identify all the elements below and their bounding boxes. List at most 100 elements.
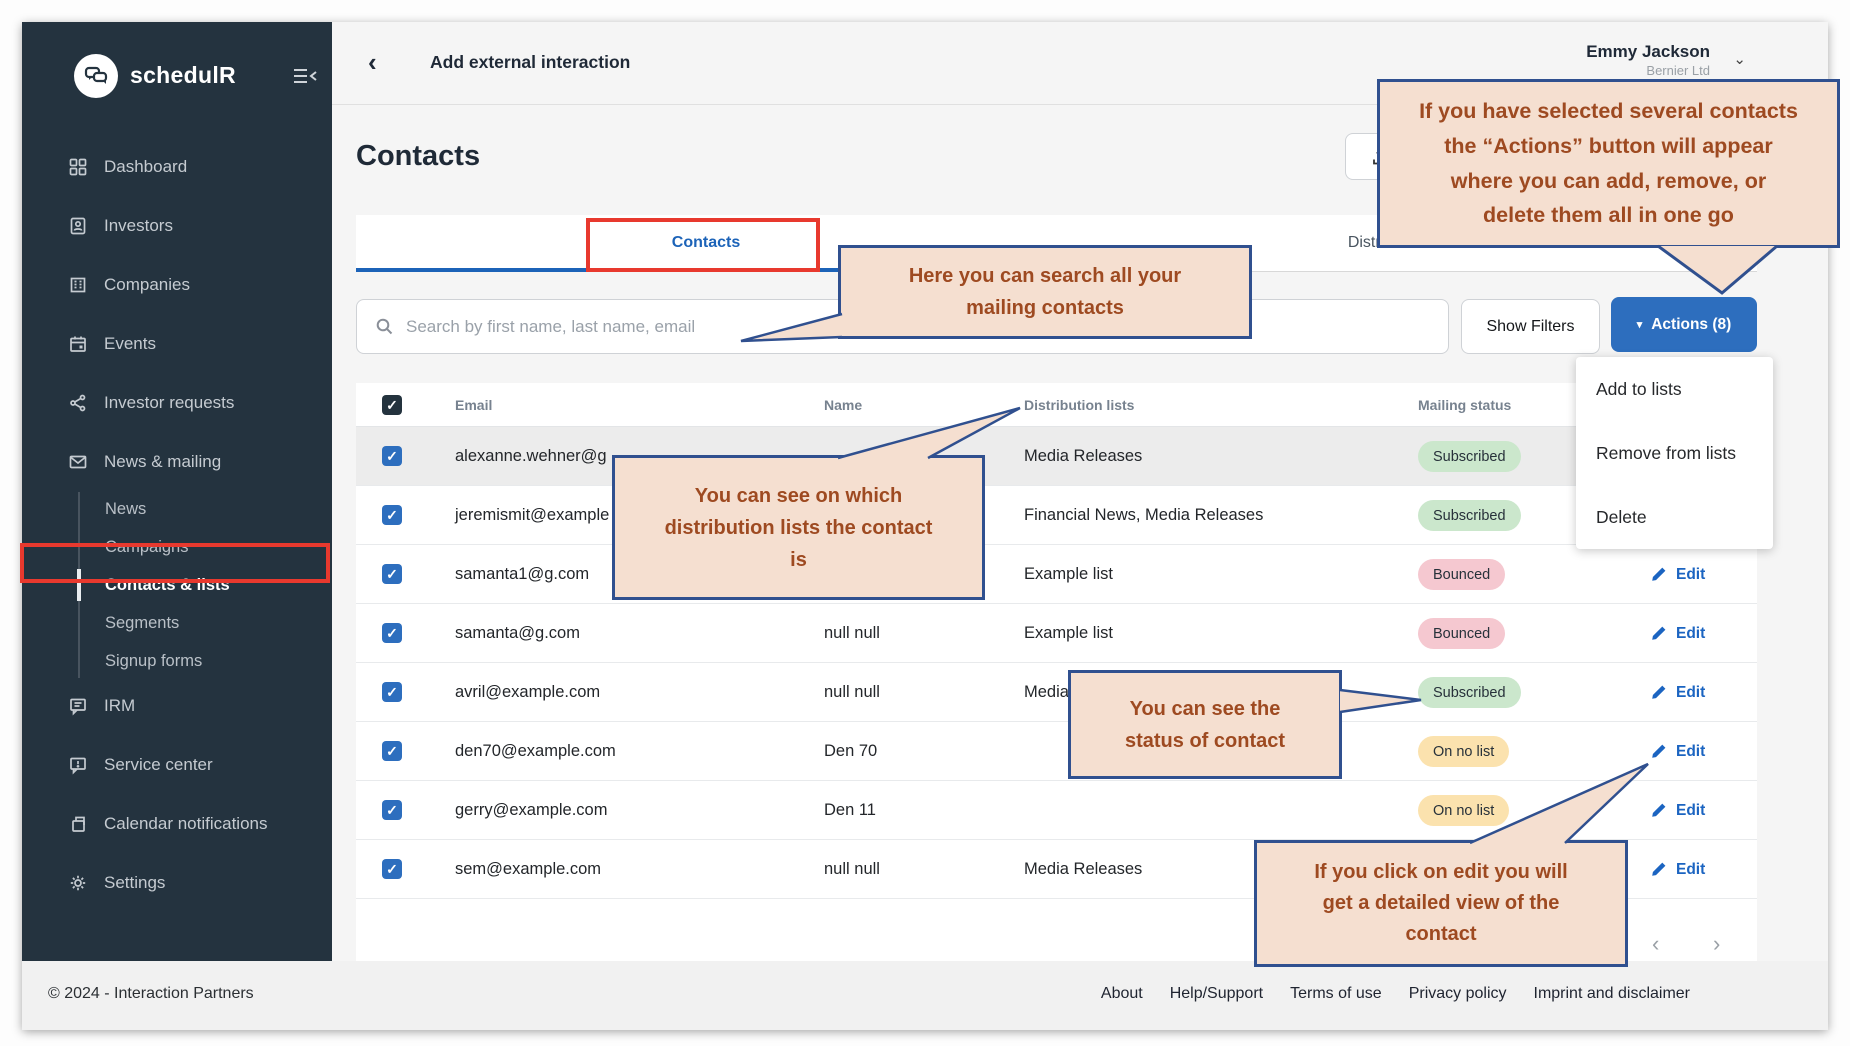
row-checkbox[interactable]: ✓ xyxy=(382,859,402,879)
menu-item-remove-from-lists[interactable]: Remove from lists xyxy=(1576,421,1773,485)
table-row: ✓alexanne.wehner@gMedia ReleasesSubscrib… xyxy=(356,427,1757,486)
menu-item-delete[interactable]: Delete xyxy=(1576,485,1773,549)
edit-button[interactable]: Edit xyxy=(1650,840,1705,899)
footer-link-help[interactable]: Help/Support xyxy=(1170,985,1263,1003)
actions-button[interactable]: ▾ Actions (8) xyxy=(1611,297,1757,352)
edit-button[interactable]: Edit xyxy=(1650,545,1705,604)
edit-button[interactable]: Edit xyxy=(1650,604,1705,663)
sidebar-item-settings[interactable]: Settings xyxy=(22,863,332,903)
pencil-icon xyxy=(1650,566,1667,583)
logo-row: schedulR xyxy=(22,52,332,102)
user-menu-chevron-icon[interactable]: ⌄ xyxy=(1733,50,1746,68)
collapse-sidebar-icon[interactable] xyxy=(292,65,318,87)
cell-name: null null xyxy=(824,604,880,663)
sidebar-item-news-mailing[interactable]: News & mailing xyxy=(22,442,332,482)
table-row: ✓samanta@g.comnull nullExample listBounc… xyxy=(356,604,1757,663)
menu-item-add-to-lists[interactable]: Add to lists xyxy=(1576,357,1773,421)
cell-email: sem@example.com xyxy=(455,840,601,899)
cell-email: den70@example.com xyxy=(455,722,616,781)
row-checkbox[interactable]: ✓ xyxy=(382,564,402,584)
row-checkbox[interactable]: ✓ xyxy=(382,741,402,761)
dashboard-icon xyxy=(68,157,88,177)
callout-actions-button: If you have selected several contacts th… xyxy=(1377,79,1840,248)
table-row: ✓den70@example.comDen 70On no listEdit xyxy=(356,722,1757,781)
sidebar-item-dashboard[interactable]: Dashboard xyxy=(22,147,332,187)
user-name[interactable]: Emmy Jackson xyxy=(1586,42,1710,62)
edit-button[interactable]: Edit xyxy=(1650,781,1705,840)
cell-lists: Financial News, Media Releases xyxy=(1024,486,1263,545)
footer-link-about[interactable]: About xyxy=(1101,985,1143,1003)
status-badge: On no list xyxy=(1418,736,1509,767)
pencil-icon xyxy=(1650,802,1667,819)
column-header-email: Email xyxy=(455,383,492,427)
export-box-icon xyxy=(68,814,88,834)
cell-email: gerry@example.com xyxy=(455,781,607,840)
chat-lines-icon xyxy=(68,696,88,716)
sidebar-item-contacts-lists[interactable]: Contacts & lists xyxy=(22,568,332,602)
row-checkbox[interactable]: ✓ xyxy=(382,682,402,702)
sidebar-item-companies[interactable]: Companies xyxy=(22,265,332,305)
cell-email: jeremismit@example xyxy=(455,486,609,545)
investors-icon xyxy=(68,216,88,236)
back-button[interactable]: ‹ xyxy=(368,44,377,80)
show-filters-button[interactable]: Show Filters xyxy=(1461,299,1600,354)
pagination-prev-icon[interactable]: ‹ xyxy=(1652,931,1659,957)
column-header-name: Name xyxy=(824,383,862,427)
footer-link-privacy[interactable]: Privacy policy xyxy=(1409,985,1507,1003)
table-row: ✓avril@example.comnull nullMedia Release… xyxy=(356,663,1757,722)
pencil-icon xyxy=(1650,743,1667,760)
copyright: © 2024 - Interaction Partners xyxy=(48,985,254,1003)
callout-distribution-lists: You can see on which distribution lists … xyxy=(612,455,985,600)
row-checkbox[interactable]: ✓ xyxy=(382,800,402,820)
sidebar: schedulR Dashboard Investors Companies E… xyxy=(22,22,332,961)
table-row: ✓ jeremismit@example Financial News, Media… xyxy=(356,486,1757,545)
cell-email: avril@example.com xyxy=(455,663,600,722)
row-checkbox[interactable]: ✓ xyxy=(382,505,402,525)
footer-link-imprint[interactable]: Imprint and disclaimer xyxy=(1534,985,1691,1003)
app-logo-icon xyxy=(74,54,118,98)
select-all-checkbox[interactable]: ✓ xyxy=(382,395,402,415)
footer: © 2024 - Interaction Partners About Help… xyxy=(22,961,1828,1030)
edit-button[interactable]: Edit xyxy=(1650,663,1705,722)
sidebar-item-events[interactable]: Events xyxy=(22,324,332,364)
sidebar-item-calendar-notifications[interactable]: Calendar notifications xyxy=(22,804,332,844)
edit-button[interactable]: Edit xyxy=(1650,722,1705,781)
row-checkbox[interactable]: ✓ xyxy=(382,446,402,466)
sidebar-item-irm[interactable]: IRM xyxy=(22,686,332,726)
cell-name: null null xyxy=(824,663,880,722)
pagination-next-icon[interactable]: › xyxy=(1713,931,1720,957)
sidebar-item-segments[interactable]: Segments xyxy=(22,606,332,640)
cell-name: null null xyxy=(824,840,880,899)
pencil-icon xyxy=(1650,861,1667,878)
envelope-icon xyxy=(68,452,88,472)
gear-icon xyxy=(68,873,88,893)
actions-dropdown-menu: Add to lists Remove from lists Delete xyxy=(1576,357,1773,549)
status-badge: Subscribed xyxy=(1418,677,1521,708)
status-badge: Bounced xyxy=(1418,559,1505,590)
caret-down-icon: ▾ xyxy=(1637,318,1643,331)
cell-email: samanta1@g.com xyxy=(455,545,589,604)
sidebar-item-news[interactable]: News xyxy=(22,492,332,526)
sidebar-item-signup-forms[interactable]: Signup forms xyxy=(22,644,332,678)
cell-lists: Media Releases xyxy=(1024,427,1142,486)
breadcrumb-title: Add external interaction xyxy=(430,52,630,73)
app-screenshot: schedulR Dashboard Investors Companies E… xyxy=(0,0,1850,1046)
search-icon xyxy=(375,317,394,336)
footer-links: About Help/Support Terms of use Privacy … xyxy=(1101,985,1690,1003)
row-checkbox[interactable]: ✓ xyxy=(382,623,402,643)
sidebar-item-investor-requests[interactable]: Investor requests xyxy=(22,383,332,423)
sidebar-item-campaigns[interactable]: Campaigns xyxy=(22,530,332,564)
sidebar-item-service-center[interactable]: Service center xyxy=(22,745,332,785)
column-header-lists: Distribution lists xyxy=(1024,383,1134,427)
column-header-status: Mailing status xyxy=(1418,383,1511,427)
sidebar-item-investors[interactable]: Investors xyxy=(22,206,332,246)
status-badge: On no list xyxy=(1418,795,1509,826)
companies-icon xyxy=(68,275,88,295)
cell-email: samanta@g.com xyxy=(455,604,580,663)
status-badge: Bounced xyxy=(1418,618,1505,649)
pencil-icon xyxy=(1650,684,1667,701)
footer-link-terms[interactable]: Terms of use xyxy=(1290,985,1382,1003)
table-row: ✓samanta1@g.comExample listBouncedEdit xyxy=(356,545,1757,604)
table-header-row: ✓ Email Name Distribution lists Mailing … xyxy=(356,383,1757,427)
callout-search: Here you can search all your mailing con… xyxy=(838,245,1252,339)
